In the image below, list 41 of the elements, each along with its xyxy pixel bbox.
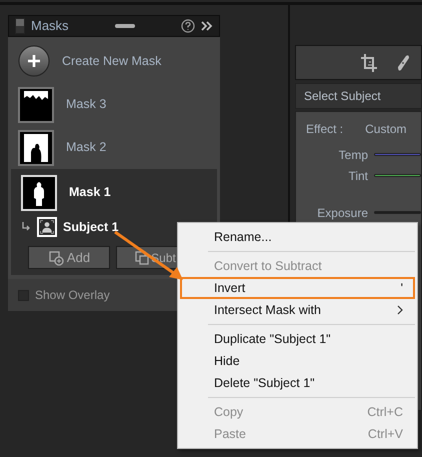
mask-name[interactable]: Mask 1 (69, 183, 111, 202)
grip-icon[interactable] (114, 24, 135, 28)
menu-item[interactable]: Intersect Mask with (180, 299, 415, 321)
overlay-checkbox[interactable] (18, 290, 29, 300)
overlay-label[interactable]: Show Overlay (35, 286, 110, 304)
add-mask-icon[interactable] (18, 45, 50, 77)
menu-item[interactable]: Delete "Subject 1" (180, 372, 415, 394)
menu-item[interactable]: Duplicate "Subject 1" (180, 328, 415, 350)
menu-item[interactable]: Rename... (180, 226, 415, 248)
expand-icon[interactable] (201, 21, 213, 31)
effect-label: Effect : (306, 121, 344, 138)
mask-thumbnail[interactable] (18, 86, 54, 122)
pointer-arrow (114, 230, 183, 280)
mask-name[interactable]: Mask 3 (66, 95, 106, 114)
child-arrow-icon (21, 222, 31, 232)
slider-track[interactable] (374, 153, 421, 156)
slider-label: Tint (347, 168, 368, 184)
slider-label: Temp (338, 146, 368, 164)
slider-track[interactable] (374, 174, 421, 177)
create-mask-label[interactable]: Create New Mask (62, 52, 162, 70)
panel-title: Masks (31, 17, 69, 36)
shortcut-label: Ctrl+V (368, 426, 403, 443)
shortcut-label: Ctrl+C (367, 404, 403, 421)
bandage-icon[interactable] (396, 52, 410, 72)
menu-item[interactable]: Invert ' (180, 277, 415, 299)
add-icon (48, 250, 64, 266)
help-icon[interactable] (181, 19, 195, 33)
slider-track[interactable] (374, 211, 421, 214)
slider-label: Exposure (316, 204, 368, 222)
effect-value[interactable]: Custom (365, 120, 406, 138)
mask-add-button[interactable]: Add (28, 246, 110, 269)
mask-thumbnail[interactable] (18, 130, 54, 166)
panel-toggle-icon[interactable] (15, 18, 25, 34)
shortcut-label: ' (400, 280, 403, 297)
menu-item[interactable]: Hide (180, 350, 415, 372)
crop-icon[interactable] (360, 52, 378, 72)
subject-name[interactable]: Subject 1 (63, 218, 119, 236)
subject-thumbnail[interactable] (37, 217, 57, 237)
mask-name[interactable]: Mask 2 (66, 138, 106, 157)
subtract-icon (134, 250, 150, 266)
section-title: Select Subject (304, 88, 381, 105)
